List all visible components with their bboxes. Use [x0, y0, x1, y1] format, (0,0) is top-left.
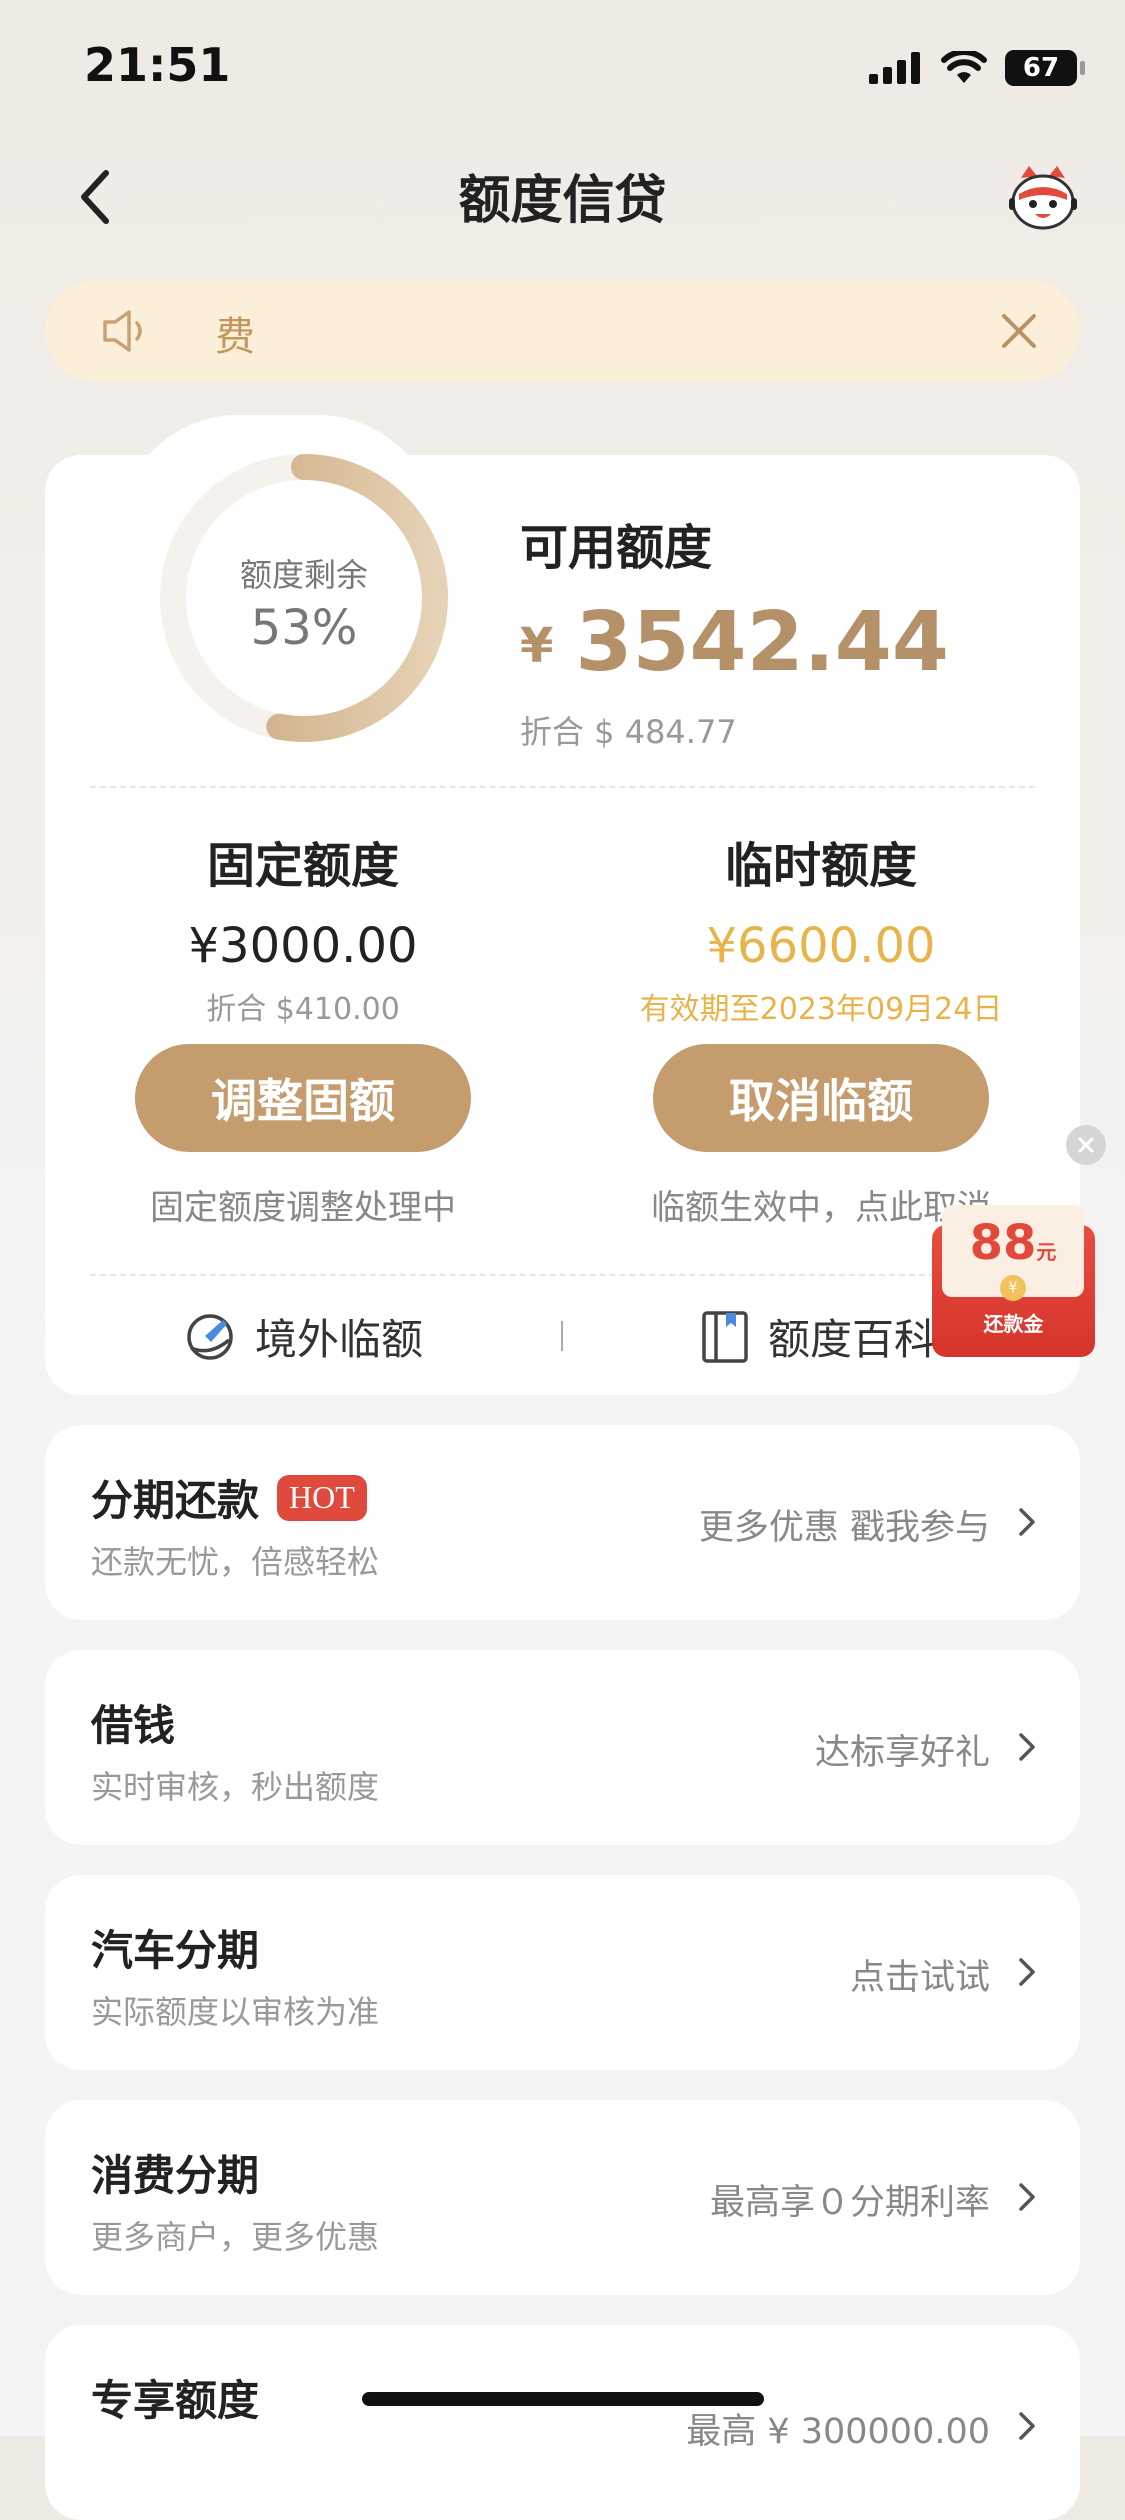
- signal-icon: [869, 52, 920, 84]
- battery-indicator: 67: [1005, 50, 1085, 86]
- service-card-exclusive-credit[interactable]: 专享额度 最高 ¥ 300000.00: [45, 2325, 1080, 2520]
- service-title-wrap: 汽车分期: [91, 1917, 259, 1978]
- temp-credit-valid-until: 有效期至2023年09月24日: [639, 992, 1003, 1027]
- chevron-right-icon: [1019, 1958, 1035, 1986]
- service-title: 汽车分期: [91, 1926, 260, 1975]
- close-icon: [1078, 1137, 1094, 1153]
- service-subtitle: 实际额度以审核为准: [91, 1993, 380, 2031]
- temp-credit-title: 临时额度: [724, 838, 917, 894]
- service-title-wrap: 专享额度: [91, 2367, 259, 2428]
- notice-text: 费: [215, 314, 255, 360]
- ring-percent: 53%: [250, 600, 358, 656]
- cancel-temp-credit-button[interactable]: 取消临额: [653, 1044, 989, 1152]
- service-promo-text: 达标享好礼: [814, 1733, 990, 1773]
- service-promo-text: 点击试试: [849, 1958, 990, 1998]
- credit-encyclopedia-label: 额度百科: [768, 1315, 937, 1364]
- close-icon[interactable]: [994, 306, 1044, 356]
- page-title: 额度信贷: [458, 171, 667, 231]
- available-credit-amount: ¥3542.44: [520, 595, 949, 690]
- bonus-amount-unit: 元: [1036, 1240, 1057, 1264]
- chevron-right-icon: [1019, 1733, 1035, 1761]
- available-credit-label: 可用额度: [520, 520, 713, 576]
- divider: [90, 1274, 1035, 1276]
- notice-banner[interactable]: 费: [45, 280, 1080, 382]
- service-card-borrow[interactable]: 借钱 实时审核，秒出额度 达标享好礼: [45, 1650, 1080, 1845]
- ring-label: 额度剩余: [239, 556, 368, 594]
- chevron-right-icon: [1019, 2412, 1035, 2440]
- fixed-credit-block: 固定额度 ¥3000.00 折合 $410.00: [93, 826, 513, 1028]
- available-amount-value: 3542.44: [575, 595, 949, 690]
- service-promo-text: 最高享０分期利率: [709, 2183, 990, 2223]
- service-promo-text: 更多优惠 戳我参与: [698, 1508, 990, 1548]
- repayment-bonus-red-packet[interactable]: 88元 ¥ 还款金: [928, 1205, 1095, 1357]
- service-promo-text: 最高 ¥ 300000.00: [686, 2412, 990, 2452]
- status-time: 21:51: [84, 38, 231, 92]
- nav-bar: 额度信贷: [0, 140, 1125, 250]
- service-title-wrap: 借钱: [91, 1692, 175, 1753]
- promo-close-button[interactable]: [1066, 1125, 1106, 1165]
- overseas-temp-credit-link[interactable]: 境外临额: [183, 1306, 423, 1367]
- wifi-icon: [941, 51, 987, 83]
- fixed-credit-amount: ¥3000.00: [188, 918, 418, 974]
- overseas-temp-credit-label: 境外临额: [255, 1315, 424, 1364]
- mascot-icon[interactable]: [1009, 164, 1077, 232]
- temp-credit-block: 临时额度 ¥6600.00 有效期至2023年09月24日: [611, 826, 1031, 1028]
- book-icon: [702, 1310, 748, 1363]
- temp-credit-amount: ¥6600.00: [706, 918, 936, 974]
- service-card-installment-repay[interactable]: 分期还款 HOT 还款无忧，倍感轻松 更多优惠 戳我参与: [45, 1425, 1080, 1620]
- service-subtitle: 还款无忧，倍感轻松: [91, 1543, 380, 1581]
- tool-separator: [561, 1321, 563, 1351]
- service-subtitle: 实时审核，秒出额度: [91, 1768, 380, 1806]
- divider: [90, 786, 1035, 788]
- fixed-credit-title: 固定额度: [206, 838, 399, 894]
- service-card-car-installment[interactable]: 汽车分期 实际额度以审核为准 点击试试: [45, 1875, 1080, 2070]
- fixed-credit-status: 固定额度调整处理中: [150, 1188, 456, 1228]
- fixed-credit-converted: 折合 $410.00: [206, 992, 400, 1027]
- service-title-wrap: 分期还款 HOT: [91, 1467, 367, 1528]
- service-card-consumer-installment[interactable]: 消费分期 更多商户，更多优惠 最高享０分期利率: [45, 2100, 1080, 2295]
- bonus-label: 还款金: [983, 1312, 1044, 1336]
- status-bar: 21:51 67: [0, 0, 1125, 130]
- chevron-right-icon: [1019, 1508, 1035, 1536]
- adjust-fixed-credit-button[interactable]: 调整固额: [135, 1044, 471, 1152]
- bonus-amount-value: 88: [969, 1215, 1037, 1271]
- service-title: 分期还款: [91, 1476, 260, 1525]
- chevron-right-icon: [1019, 2183, 1035, 2211]
- airplane-globe-icon: [187, 1313, 233, 1360]
- credit-encyclopedia-link[interactable]: 额度百科: [700, 1306, 936, 1367]
- available-credit-converted: 折合 $ 484.77: [520, 713, 737, 751]
- service-subtitle: 更多商户，更多优惠: [91, 2218, 380, 2256]
- currency-symbol: ¥: [520, 618, 554, 674]
- remaining-ring-chart: [160, 454, 448, 742]
- service-title-wrap: 消费分期: [91, 2142, 259, 2203]
- service-title: 消费分期: [91, 2151, 260, 2200]
- coin-icon: ¥: [1000, 1275, 1026, 1301]
- home-indicator: [362, 2392, 764, 2406]
- bonus-amount: 88元: [942, 1215, 1084, 1271]
- hot-badge: HOT: [277, 1474, 367, 1521]
- status-icons: 67: [869, 48, 1085, 88]
- service-title: 借钱: [91, 1701, 176, 1750]
- service-title: 专享额度: [91, 2376, 260, 2425]
- speaker-icon: [103, 310, 142, 352]
